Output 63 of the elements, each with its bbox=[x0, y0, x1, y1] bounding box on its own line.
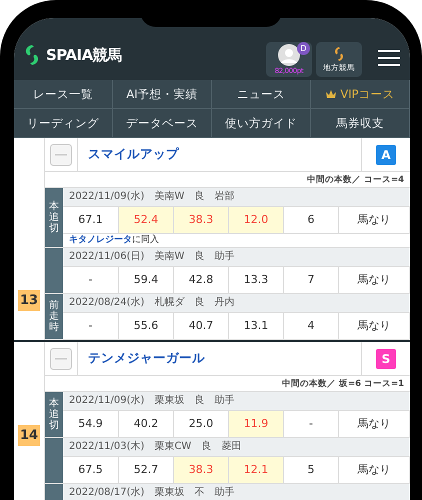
table-cell: 13.3 bbox=[229, 266, 284, 293]
table-cell: 13.1 bbox=[229, 312, 284, 339]
table-cell: 38.3 bbox=[174, 206, 229, 233]
swirl-icon bbox=[332, 46, 346, 62]
horse-number: 14 bbox=[18, 425, 40, 446]
nav-tab[interactable]: 使い方ガイド bbox=[212, 109, 311, 138]
horse-number: 13 bbox=[18, 290, 40, 311]
table-cell: 54.9 bbox=[63, 410, 119, 437]
nav-tab[interactable]: レース一覧 bbox=[14, 80, 113, 109]
crown-icon bbox=[325, 89, 338, 99]
nav-tab[interactable]: ニュース bbox=[212, 80, 311, 109]
table-cell: - bbox=[284, 410, 339, 437]
table-cell: 11.9 bbox=[229, 410, 284, 437]
table-cell: 馬なり bbox=[339, 410, 410, 437]
workout-info: 2022/11/03(木) 栗東CW 良 菱田 bbox=[63, 438, 410, 456]
table-cell: 6 bbox=[284, 206, 339, 233]
section-label: 本追切 bbox=[45, 188, 63, 247]
table-cell: 40.7 bbox=[174, 312, 229, 339]
avatar-icon bbox=[278, 44, 300, 66]
horse-name[interactable]: スマイルアップ bbox=[78, 146, 361, 163]
table-cell: 55.6 bbox=[119, 312, 174, 339]
table-cell: 52.4 bbox=[119, 206, 174, 233]
section-label: 前走時 bbox=[45, 294, 63, 339]
table-cell: 12.0 bbox=[229, 206, 284, 233]
table-cell: 馬なり bbox=[339, 456, 410, 483]
table-cell: 52.7 bbox=[119, 456, 174, 483]
silks-icon bbox=[50, 348, 72, 370]
horse-name[interactable]: テンメジャーガール bbox=[78, 350, 361, 367]
section-label: 本追切 bbox=[45, 392, 63, 437]
table-cell: 馬なり bbox=[339, 266, 410, 293]
workout-info: 2022/11/09(水) 美南W 良 岩部 bbox=[63, 188, 410, 206]
nav-tab[interactable]: VIPコース bbox=[311, 80, 410, 109]
table-cell: 59.4 bbox=[119, 266, 174, 293]
workout-info: 2022/11/09(水) 栗東坂 良 助手 bbox=[63, 392, 410, 410]
nav-tab[interactable]: AI予想・実績 bbox=[113, 80, 212, 109]
table-cell: 馬なり bbox=[339, 206, 410, 233]
silks-icon bbox=[50, 144, 72, 166]
table-cell: 5 bbox=[284, 456, 339, 483]
table-cell: 67.5 bbox=[63, 456, 119, 483]
table-cell: 12.1 bbox=[229, 456, 284, 483]
table-cell: 40.2 bbox=[119, 410, 174, 437]
nav-tab[interactable]: リーディング bbox=[14, 109, 113, 138]
grade-badge: A bbox=[376, 144, 396, 164]
logo-text[interactable]: SPAIA競馬 bbox=[46, 46, 122, 64]
nav-tab[interactable]: 馬券収支 bbox=[311, 109, 410, 138]
menu-icon bbox=[378, 50, 400, 66]
table-cell: 馬なり bbox=[339, 312, 410, 339]
table-cell: 38.3 bbox=[174, 456, 229, 483]
table-cell: 67.1 bbox=[63, 206, 119, 233]
section-label bbox=[45, 248, 63, 293]
workout-info: 2022/08/24(水) 札幌ダ 良 丹内 bbox=[63, 294, 410, 312]
workout-info: 2022/08/17(水) 栗東坂 不 助手 bbox=[63, 484, 410, 500]
table-cell: - bbox=[63, 266, 119, 293]
table-cell: 25.0 bbox=[174, 410, 229, 437]
table-cell: - bbox=[63, 312, 119, 339]
level-badge: D bbox=[297, 42, 310, 55]
table-cell: 4 bbox=[284, 312, 339, 339]
workout-info: 2022/11/06(日) 美南W 良 助手 bbox=[63, 248, 410, 266]
grade-badge: S bbox=[376, 348, 396, 368]
table-cell: 42.8 bbox=[174, 266, 229, 293]
nav-tab[interactable]: データベース bbox=[113, 109, 212, 138]
workout-remark: キタノレジータに同入 bbox=[63, 233, 410, 247]
table-cell: 7 bbox=[284, 266, 339, 293]
